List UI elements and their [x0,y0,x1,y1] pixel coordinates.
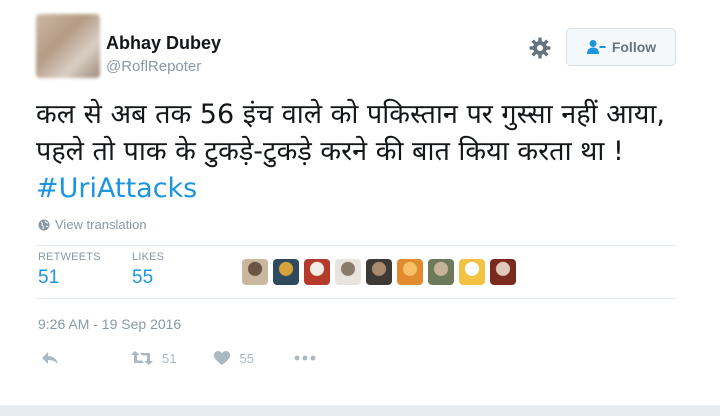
tweet-actions: 51 55 [40,350,316,366]
divider [36,298,676,299]
timeline-separator [0,405,720,416]
liker-avatars [242,259,516,285]
like-button[interactable]: 55 [213,350,254,366]
author-avatar[interactable] [36,14,100,78]
liker-avatar[interactable] [335,259,361,285]
hashtag-link[interactable]: #UriAttacks [36,173,197,204]
retweet-count: 51 [162,350,177,366]
add-person-icon [586,40,606,54]
view-translation-link[interactable]: View translation [38,217,147,232]
author-name[interactable]: Abhay Dubey [106,33,221,54]
retweets-count: 51 [38,267,60,288]
retweet-icon [131,351,153,365]
liker-avatar[interactable] [428,259,454,285]
gear-icon[interactable] [528,36,552,60]
more-button[interactable] [294,355,316,361]
like-count: 55 [239,350,254,366]
liker-avatar[interactable] [490,259,516,285]
tweet-text: कल से अब तक 56 इंच वाले को पकिस्तान पर ग… [36,96,686,207]
tweet-timestamp[interactable]: 9:26 AM - 19 Sep 2016 [38,316,181,332]
tweet-body: कल से अब तक 56 इंच वाले को पकिस्तान पर ग… [36,99,665,167]
likes-stat[interactable]: LIKES 55 [132,251,164,289]
globe-icon [38,219,50,230]
view-translation-label: View translation [55,217,147,232]
liker-avatar[interactable] [366,259,392,285]
heart-icon [214,351,231,365]
liker-avatar[interactable] [459,259,485,285]
more-icon [294,355,316,361]
liker-avatar[interactable] [397,259,423,285]
liker-avatar[interactable] [273,259,299,285]
retweets-stat[interactable]: RETWEETS 51 [38,251,101,289]
retweets-label: RETWEETS [38,251,101,263]
likes-label: LIKES [132,251,165,263]
reply-button[interactable] [40,350,60,366]
divider [36,245,676,246]
likes-count: 55 [132,267,154,288]
author-handle[interactable]: @RoflRepoter [106,58,201,75]
liker-avatar[interactable] [242,259,268,285]
follow-button[interactable]: Follow [566,28,676,66]
retweet-button[interactable]: 51 [130,350,176,366]
follow-label: Follow [611,39,657,55]
reply-icon [42,352,58,364]
liker-avatar[interactable] [304,259,330,285]
